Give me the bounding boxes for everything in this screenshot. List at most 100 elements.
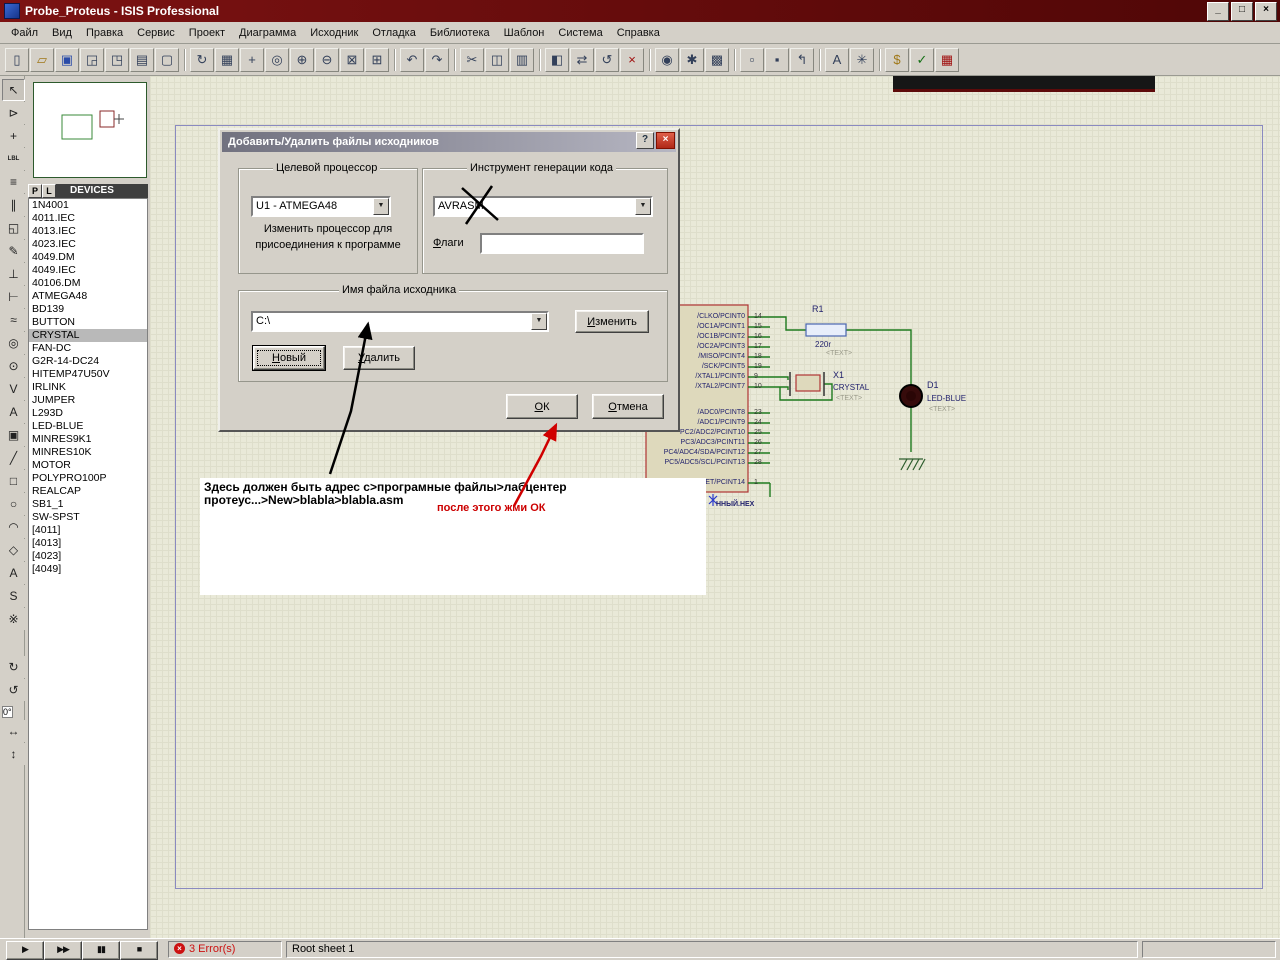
packaging-tool-button[interactable]: ▩ <box>705 48 729 72</box>
menu-view[interactable]: Вид <box>45 25 79 41</box>
origin-button[interactable]: + <box>240 48 264 72</box>
block-delete-button[interactable]: × <box>620 48 644 72</box>
minimize-icon[interactable]: _ <box>1207 2 1229 21</box>
new-button[interactable]: Новый <box>253 346 325 370</box>
property-assignment-button[interactable]: ✳ <box>850 48 874 72</box>
redraw-button[interactable]: ↻ <box>190 48 214 72</box>
device-item[interactable]: MOTOR <box>29 459 147 472</box>
subcircuit-mode-button[interactable]: ◱ <box>2 217 25 239</box>
x1-reference[interactable]: X1 <box>833 370 844 380</box>
cut-button[interactable]: ✂ <box>460 48 484 72</box>
device-item[interactable]: ATMEGA48 <box>29 290 147 303</box>
junction-mode-button[interactable]: + <box>2 125 25 147</box>
instant-edit-mode-button[interactable]: ✎ <box>2 240 25 262</box>
device-item[interactable]: 1N4001 <box>29 199 147 212</box>
cancel-button[interactable]: Отмена <box>592 394 664 419</box>
simulation-stop-button[interactable]: ■ <box>120 941 158 960</box>
library-button[interactable]: L <box>42 184 56 198</box>
device-item-selected[interactable]: CRYSTAL <box>29 329 147 342</box>
source-file-combobox[interactable]: C:\ ▼ <box>251 311 549 332</box>
copy-button[interactable]: ◫ <box>485 48 509 72</box>
mirror-vertical-button[interactable]: ↕ <box>2 743 25 765</box>
simulation-pause-button[interactable]: ▮▮ <box>82 941 120 960</box>
export-section-button[interactable]: ◳ <box>105 48 129 72</box>
new-sheet-button[interactable]: ▫ <box>740 48 764 72</box>
script-mode-button[interactable]: ≡ <box>2 171 25 193</box>
device-item[interactable]: G2R-14-DC24 <box>29 355 147 368</box>
device-item[interactable]: MINRES9K1 <box>29 433 147 446</box>
2d-arc-mode-button[interactable]: ◠ <box>2 516 25 538</box>
device-item[interactable]: 4049.DM <box>29 251 147 264</box>
delete-button[interactable]: Удалить <box>343 346 415 370</box>
dialog-close-icon[interactable]: × <box>656 132 675 149</box>
chevron-down-icon[interactable]: ▼ <box>531 313 547 330</box>
maximize-icon[interactable]: □ <box>1231 2 1253 21</box>
device-item[interactable]: [4011] <box>29 524 147 537</box>
device-item[interactable]: REALCAP <box>29 485 147 498</box>
netlist-to-ares-button[interactable]: ▦ <box>935 48 959 72</box>
2d-circle-mode-button[interactable]: ○ <box>2 493 25 515</box>
device-item[interactable]: FAN-DC <box>29 342 147 355</box>
component-mode-button[interactable]: ⊳ <box>2 102 25 124</box>
terminal-mode-button[interactable]: ⊥ <box>2 263 25 285</box>
bus-mode-button[interactable]: ∥ <box>2 194 25 216</box>
current-probe-mode-button[interactable]: A <box>2 401 25 423</box>
make-device-button[interactable]: ✱ <box>680 48 704 72</box>
device-item[interactable]: MINRES10K <box>29 446 147 459</box>
generator-mode-button[interactable]: ⊙ <box>2 355 25 377</box>
2d-marker-mode-button[interactable]: ※ <box>2 608 25 630</box>
d1-reference[interactable]: D1 <box>927 380 939 390</box>
device-item[interactable]: [4013] <box>29 537 147 550</box>
2d-text-mode-button[interactable]: A <box>2 562 25 584</box>
new-file-button[interactable]: ▯ <box>5 48 29 72</box>
simulation-step-button[interactable]: ▶▶ <box>44 941 82 960</box>
device-item[interactable]: HITEMP47U50V <box>29 368 147 381</box>
error-status-panel[interactable]: ×3 Error(s) <box>168 941 282 958</box>
device-item[interactable]: 4011.IEC <box>29 212 147 225</box>
device-item[interactable]: BD139 <box>29 303 147 316</box>
block-rotate-button[interactable]: ↺ <box>595 48 619 72</box>
paste-button[interactable]: ▥ <box>510 48 534 72</box>
menu-tools[interactable]: Сервис <box>130 25 182 41</box>
device-item[interactable]: 4013.IEC <box>29 225 147 238</box>
bill-of-materials-button[interactable]: $ <box>885 48 909 72</box>
device-list[interactable]: 1N4001 4011.IEC 4013.IEC 4023.IEC 4049.D… <box>28 198 148 930</box>
wire-label-mode-button[interactable]: LBL <box>2 148 25 170</box>
device-item[interactable]: SW-SPST <box>29 511 147 524</box>
save-file-button[interactable]: ▣ <box>55 48 79 72</box>
pick-button[interactable]: P <box>28 184 42 198</box>
2d-line-mode-button[interactable]: ╱ <box>2 447 25 469</box>
electrical-rule-check-button[interactable]: ✓ <box>910 48 934 72</box>
device-item[interactable]: 4049.IEC <box>29 264 147 277</box>
device-item[interactable]: POLYPRO100P <box>29 472 147 485</box>
selection-mode-button[interactable]: ↖ <box>2 79 25 101</box>
zoom-area-button[interactable]: ⊞ <box>365 48 389 72</box>
device-item[interactable]: BUTTON <box>29 316 147 329</box>
tape-mode-button[interactable]: ◎ <box>2 332 25 354</box>
d1-value[interactable]: LED-BLUE <box>927 394 966 403</box>
menu-template[interactable]: Шаблон <box>497 25 552 41</box>
device-item[interactable]: SB1_1 <box>29 498 147 511</box>
flags-input[interactable] <box>480 233 644 254</box>
instrument-mode-button[interactable]: ▣ <box>2 424 25 446</box>
zoom-in-button[interactable]: ⊕ <box>290 48 314 72</box>
mark-output-area-button[interactable]: ▢ <box>155 48 179 72</box>
pick-device-button[interactable]: ◉ <box>655 48 679 72</box>
menu-source[interactable]: Исходник <box>303 25 365 41</box>
ok-button[interactable]: ОК <box>506 394 578 419</box>
mirror-horizontal-button[interactable]: ↔ <box>2 720 25 742</box>
print-button[interactable]: ▤ <box>130 48 154 72</box>
device-item[interactable]: 40106.DM <box>29 277 147 290</box>
undo-button[interactable]: ↶ <box>400 48 424 72</box>
pin-mode-button[interactable]: ⊢ <box>2 286 25 308</box>
x1-value[interactable]: CRYSTAL <box>833 383 869 392</box>
import-section-button[interactable]: ◲ <box>80 48 104 72</box>
find-component-button[interactable]: A <box>825 48 849 72</box>
open-file-button[interactable]: ▱ <box>30 48 54 72</box>
menu-help[interactable]: Справка <box>610 25 667 41</box>
dialog-help-icon[interactable]: ? <box>636 132 654 149</box>
2d-symbol-mode-button[interactable]: S <box>2 585 25 607</box>
chevron-down-icon[interactable]: ▼ <box>635 198 651 215</box>
rotate-cw-button[interactable]: ↻ <box>2 656 25 678</box>
redo-button[interactable]: ↷ <box>425 48 449 72</box>
